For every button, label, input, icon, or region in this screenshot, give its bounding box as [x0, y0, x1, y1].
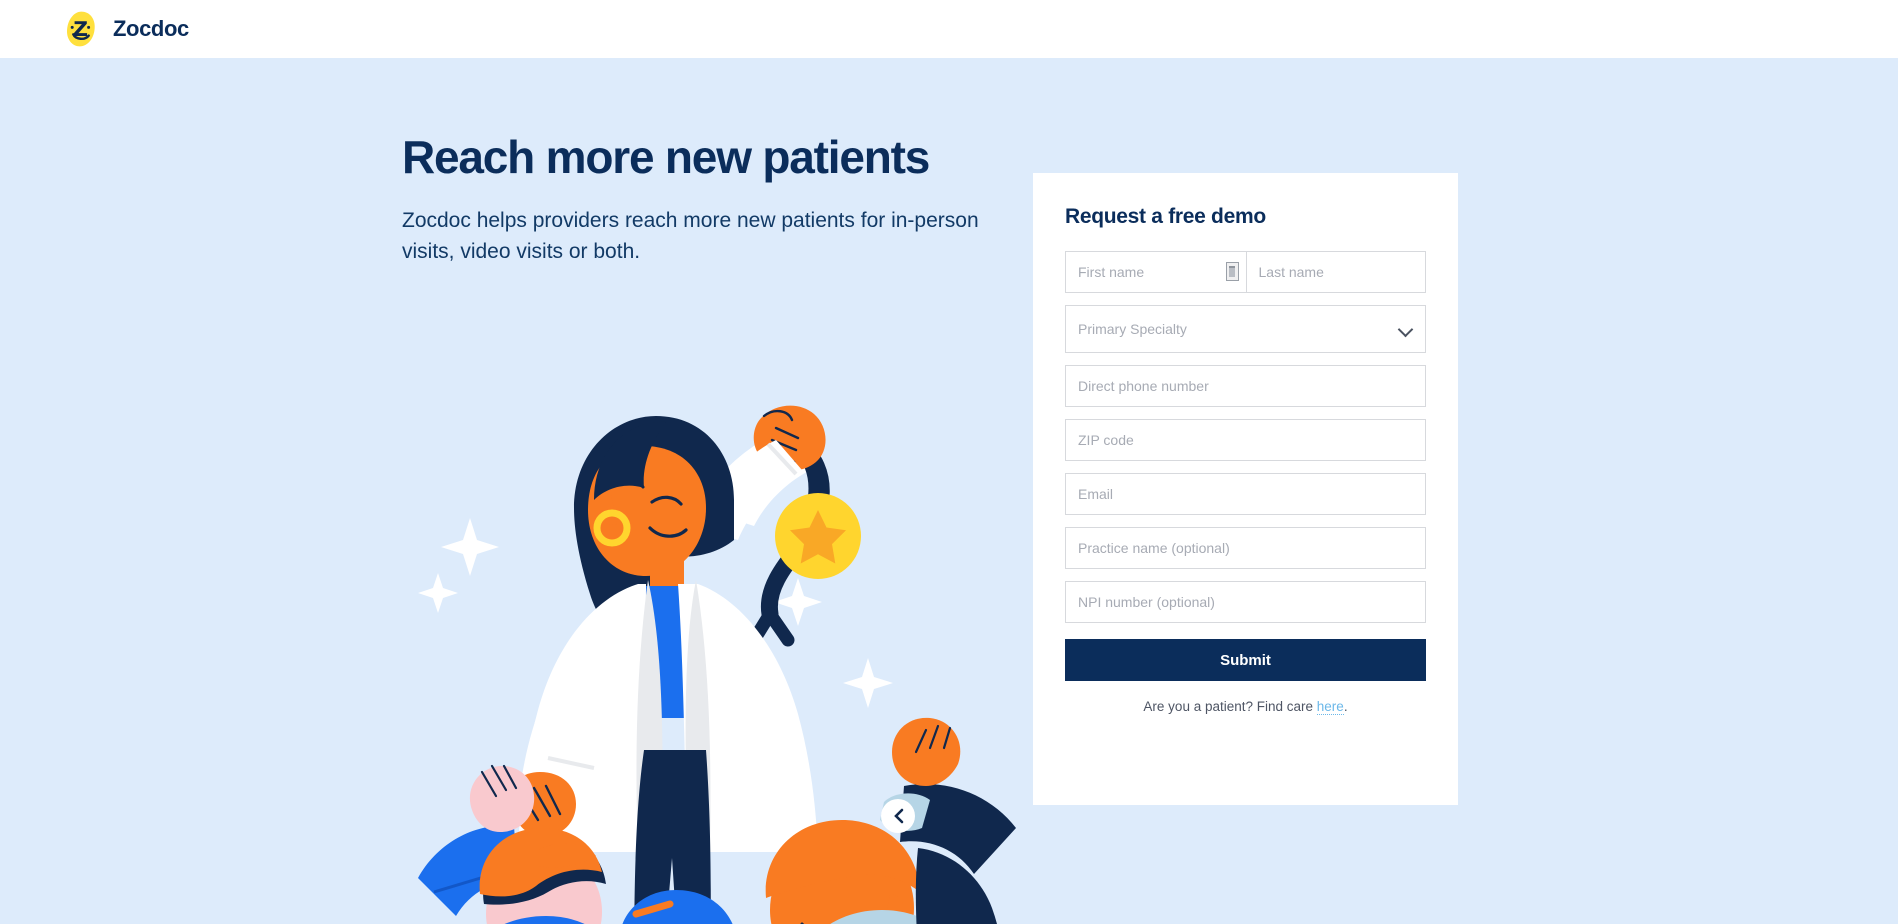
primary-specialty-select[interactable]: Primary Specialty [1065, 305, 1426, 353]
page-title: Reach more new patients [402, 131, 930, 183]
npi-number-input[interactable] [1065, 581, 1426, 623]
patient-redirect-note: Are you a patient? Find care here. [1065, 699, 1426, 715]
site-header: Zocdoc [0, 0, 1898, 58]
practice-name-input[interactable] [1065, 527, 1426, 569]
autofill-contact-icon[interactable] [1225, 262, 1239, 281]
doctor-and-patients-illustration [398, 358, 1018, 924]
email-input[interactable] [1065, 473, 1426, 515]
first-name-field-wrapper [1065, 251, 1246, 293]
brand-name: Zocdoc [113, 16, 189, 41]
submit-button[interactable]: Submit [1065, 639, 1426, 681]
zocdoc-logo-icon [62, 10, 100, 48]
name-field-row [1065, 251, 1426, 293]
zip-code-input[interactable] [1065, 419, 1426, 461]
page-root: Zocdoc Reach more new patients Zocdoc he… [0, 0, 1898, 924]
demo-request-form-card: Request a free demo Primary Specialty Su… [1033, 173, 1458, 805]
patient-redirect-text: Are you a patient? Find care [1143, 699, 1317, 714]
find-care-here-link[interactable]: here [1316, 699, 1344, 715]
patient-redirect-period: . [1343, 699, 1348, 714]
primary-specialty-placeholder: Primary Specialty [1078, 321, 1187, 337]
direct-phone-number-input[interactable] [1065, 365, 1426, 407]
form-title: Request a free demo [1065, 205, 1266, 228]
hero-section: Reach more new patients Zocdoc helps pro… [0, 58, 1898, 924]
first-name-input[interactable] [1065, 251, 1246, 293]
hero-subtitle: Zocdoc helps providers reach more new pa… [402, 208, 979, 263]
last-name-input[interactable] [1245, 251, 1426, 293]
primary-specialty-field-wrapper: Primary Specialty [1065, 305, 1426, 353]
brand-logo-link[interactable]: Zocdoc [62, 10, 189, 48]
hero-copy: Reach more new patients Zocdoc helps pro… [402, 132, 1002, 267]
